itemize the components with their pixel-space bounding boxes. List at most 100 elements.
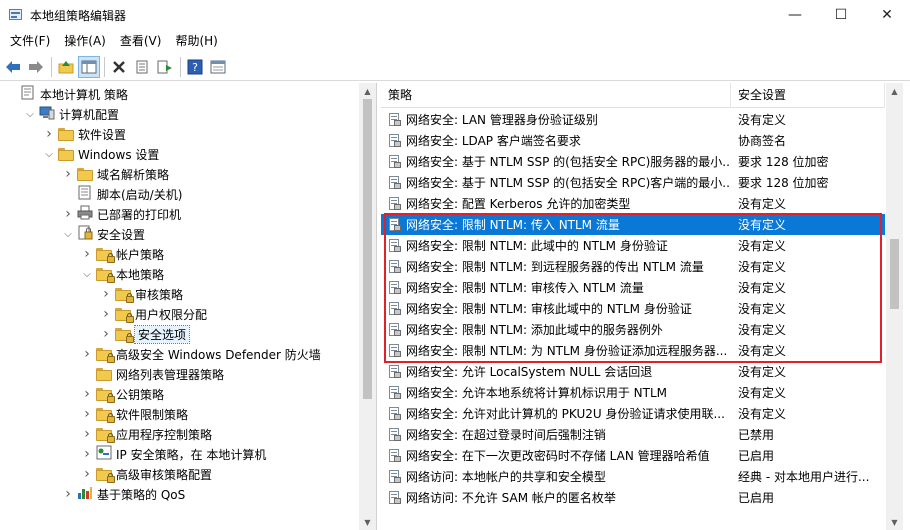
tree-item[interactable]: › 已部署的打印机 <box>61 204 181 224</box>
column-header-policy[interactable]: 策略 <box>381 83 731 108</box>
policy-row[interactable]: 网络安全: 允许对此计算机的 PKU2U 身份验证请求使用联... 没有定义 <box>381 403 885 424</box>
group-policy-app-icon <box>8 7 24 23</box>
policy-row[interactable]: 网络安全: 在超过登录时间后强制注销 已禁用 <box>381 424 885 445</box>
computer-policy-icon <box>20 85 36 103</box>
expand-chevron-icon[interactable]: › <box>80 344 94 364</box>
policy-row[interactable]: 网络安全: 限制 NTLM: 添加此域中的服务器例外 没有定义 <box>381 319 885 340</box>
menu-help[interactable]: 帮助(H) <box>169 31 223 51</box>
expand-chevron-icon[interactable]: › <box>80 404 94 424</box>
script-icon <box>77 185 93 203</box>
expand-chevron-icon[interactable]: › <box>61 484 75 504</box>
policy-row[interactable]: 网络安全: 限制 NTLM: 为 NTLM 身份验证添加远程服务器... 没有定义 <box>381 340 885 361</box>
policy-row[interactable]: 网络安全: 限制 NTLM: 到远程服务器的传出 NTLM 流量 没有定义 <box>381 256 885 277</box>
view-button[interactable] <box>207 56 229 78</box>
tree-item[interactable]: 网络列表管理器策略 <box>80 364 224 384</box>
tree-item[interactable]: › 高级安全 Windows Defender 防火墙 <box>80 344 321 364</box>
policy-row[interactable]: 网络安全: LDAP 客户端签名要求 协商签名 <box>381 130 885 151</box>
tree-item[interactable]: › 用户权限分配 <box>99 304 207 324</box>
expand-chevron-icon[interactable]: › <box>42 124 56 144</box>
expand-chevron-icon[interactable]: › <box>99 304 113 324</box>
tree-scroll-thumb[interactable] <box>363 99 372 399</box>
tree-item[interactable]: › 软件设置 <box>42 124 126 144</box>
scroll-down-icon[interactable]: ▼ <box>359 514 376 530</box>
policy-row[interactable]: 网络安全: 限制 NTLM: 审核传入 NTLM 流量 没有定义 <box>381 277 885 298</box>
policy-row[interactable]: 网络安全: 允许 LocalSystem NULL 会话回退 没有定义 <box>381 361 885 382</box>
forward-button[interactable] <box>25 56 47 78</box>
expand-chevron-icon[interactable]: › <box>80 244 94 264</box>
tree-item[interactable]: › 基于策略的 QoS <box>61 484 185 504</box>
maximize-button[interactable]: ☐ <box>818 0 864 30</box>
expand-chevron-icon[interactable]: › <box>99 284 113 304</box>
policy-row[interactable]: 网络安全: 基于 NTLM SSP 的(包括安全 RPC)服务器的最小... 要求… <box>381 151 885 172</box>
policy-setting-icon <box>388 427 402 442</box>
policy-setting-icon <box>388 385 402 400</box>
help-button[interactable]: ? <box>184 56 206 78</box>
tree-scrollbar[interactable]: ▲ ▼ <box>359 83 376 530</box>
policy-name: 网络安全: 基于 NTLM SSP 的(包括安全 RPC)客户端的最小... <box>406 176 731 190</box>
security-setting-value: 已禁用 <box>738 428 775 442</box>
expand-chevron-icon[interactable]: › <box>80 464 94 484</box>
policy-row[interactable]: 网络安全: 在下一次更改密码时不存储 LAN 管理器哈希值 已启用 <box>381 445 885 466</box>
scroll-up-icon[interactable]: ▲ <box>359 83 376 99</box>
policy-row[interactable]: 网络安全: 配置 Kerberos 允许的加密类型 没有定义 <box>381 193 885 214</box>
policy-row[interactable]: 网络安全: 限制 NTLM: 此域中的 NTLM 身份验证 没有定义 <box>381 235 885 256</box>
tree-item[interactable]: › 公钥策略 <box>80 384 164 404</box>
show-hide-tree-button[interactable] <box>78 55 100 78</box>
policy-name: 网络安全: 限制 NTLM: 审核此域中的 NTLM 身份验证 <box>406 302 692 316</box>
expand-chevron-icon[interactable]: › <box>99 324 113 344</box>
expand-chevron-icon[interactable]: › <box>61 204 75 224</box>
scroll-down-icon[interactable]: ▼ <box>886 514 903 530</box>
policy-row[interactable]: 网络安全: 允许本地系统将计算机标识用于 NTLM 没有定义 <box>381 382 885 403</box>
policy-name: 网络安全: 限制 NTLM: 审核传入 NTLM 流量 <box>406 281 644 295</box>
close-button[interactable]: ✕ <box>864 0 910 30</box>
back-button[interactable] <box>2 56 24 78</box>
tree-item[interactable]: ⌵ 安全设置 <box>61 224 145 244</box>
scroll-up-icon[interactable]: ▲ <box>886 83 903 99</box>
tree-pane: › 基于策略的 QoS › 高级审核策略配置 › IP 安全策略，在 本地计算机 › 应用程序… <box>0 83 377 530</box>
properties-button[interactable] <box>131 56 153 78</box>
tree-item[interactable]: › 安全选项 <box>99 324 191 344</box>
tree-item[interactable]: ⌵ 计算机配置 <box>23 104 119 124</box>
policy-row[interactable]: 网络访问: 本地帐户的共享和安全模型 经典 - 对本地用户进行... <box>381 466 885 487</box>
list-scrollbar[interactable]: ▲ ▼ <box>886 83 903 530</box>
policy-cell: 网络安全: 限制 NTLM: 为 NTLM 身份验证添加远程服务器... <box>381 342 731 359</box>
collapse-chevron-icon[interactable]: ⌵ <box>42 144 56 164</box>
policy-row[interactable]: 网络安全: 基于 NTLM SSP 的(包括安全 RPC)客户端的最小... 要求… <box>381 172 885 193</box>
tree-item-label: 高级安全 Windows Defender 防火墙 <box>116 347 321 362</box>
expand-chevron-icon[interactable]: › <box>80 424 94 444</box>
menu-view[interactable]: 查看(V) <box>114 31 168 51</box>
expand-chevron-icon[interactable]: › <box>80 384 94 404</box>
policy-row[interactable]: 网络安全: LAN 管理器身份验证级别 没有定义 <box>381 109 885 130</box>
policy-row[interactable]: 网络安全: 限制 NTLM: 传入 NTLM 流量 没有定义 <box>381 214 885 235</box>
expand-chevron-icon[interactable]: › <box>80 444 94 464</box>
policy-name: 网络安全: 允许 LocalSystem NULL 会话回退 <box>406 365 653 379</box>
tree-item[interactable]: 本地计算机 策略 <box>4 84 128 104</box>
minimize-button[interactable]: — <box>772 0 818 30</box>
expand-chevron-icon[interactable]: › <box>61 164 75 184</box>
policy-cell: 网络安全: 限制 NTLM: 审核此域中的 NTLM 身份验证 <box>381 300 731 317</box>
export-button[interactable] <box>154 56 176 78</box>
tree-item[interactable]: › 高级审核策略配置 <box>80 464 212 484</box>
up-folder-button[interactable] <box>55 56 77 78</box>
tree-item[interactable]: › 域名解析策略 <box>61 164 169 184</box>
policy-row[interactable]: 网络访问: 不允许 SAM 帐户的匿名枚举 已启用 <box>381 487 885 508</box>
tree-item[interactable]: ⌵ 本地策略 <box>80 264 164 284</box>
tree-item[interactable]: › 帐户策略 <box>80 244 164 264</box>
lock-folder-icon <box>96 467 115 483</box>
lock-folder-icon <box>115 327 134 343</box>
list-scroll-thumb[interactable] <box>890 239 899 309</box>
tree-item[interactable]: › IP 安全策略，在 本地计算机 <box>80 444 266 464</box>
tree-item[interactable]: 脚本(启动/关机) <box>61 184 182 204</box>
collapse-chevron-icon[interactable]: ⌵ <box>61 224 75 244</box>
tree-item[interactable]: › 软件限制策略 <box>80 404 188 424</box>
policy-row[interactable]: 网络安全: 限制 NTLM: 审核此域中的 NTLM 身份验证 没有定义 <box>381 298 885 319</box>
tree-item[interactable]: › 应用程序控制策略 <box>80 424 212 444</box>
collapse-chevron-icon[interactable]: ⌵ <box>80 264 94 284</box>
collapse-chevron-icon[interactable]: ⌵ <box>23 104 37 124</box>
tree-item[interactable]: ⌵ Windows 设置 <box>42 144 159 164</box>
menu-action[interactable]: 操作(A) <box>58 31 112 51</box>
delete-button[interactable] <box>108 56 130 78</box>
column-header-security-setting[interactable]: 安全设置 <box>731 83 885 108</box>
menu-file[interactable]: 文件(F) <box>4 31 56 51</box>
tree-item[interactable]: › 审核策略 <box>99 284 183 304</box>
